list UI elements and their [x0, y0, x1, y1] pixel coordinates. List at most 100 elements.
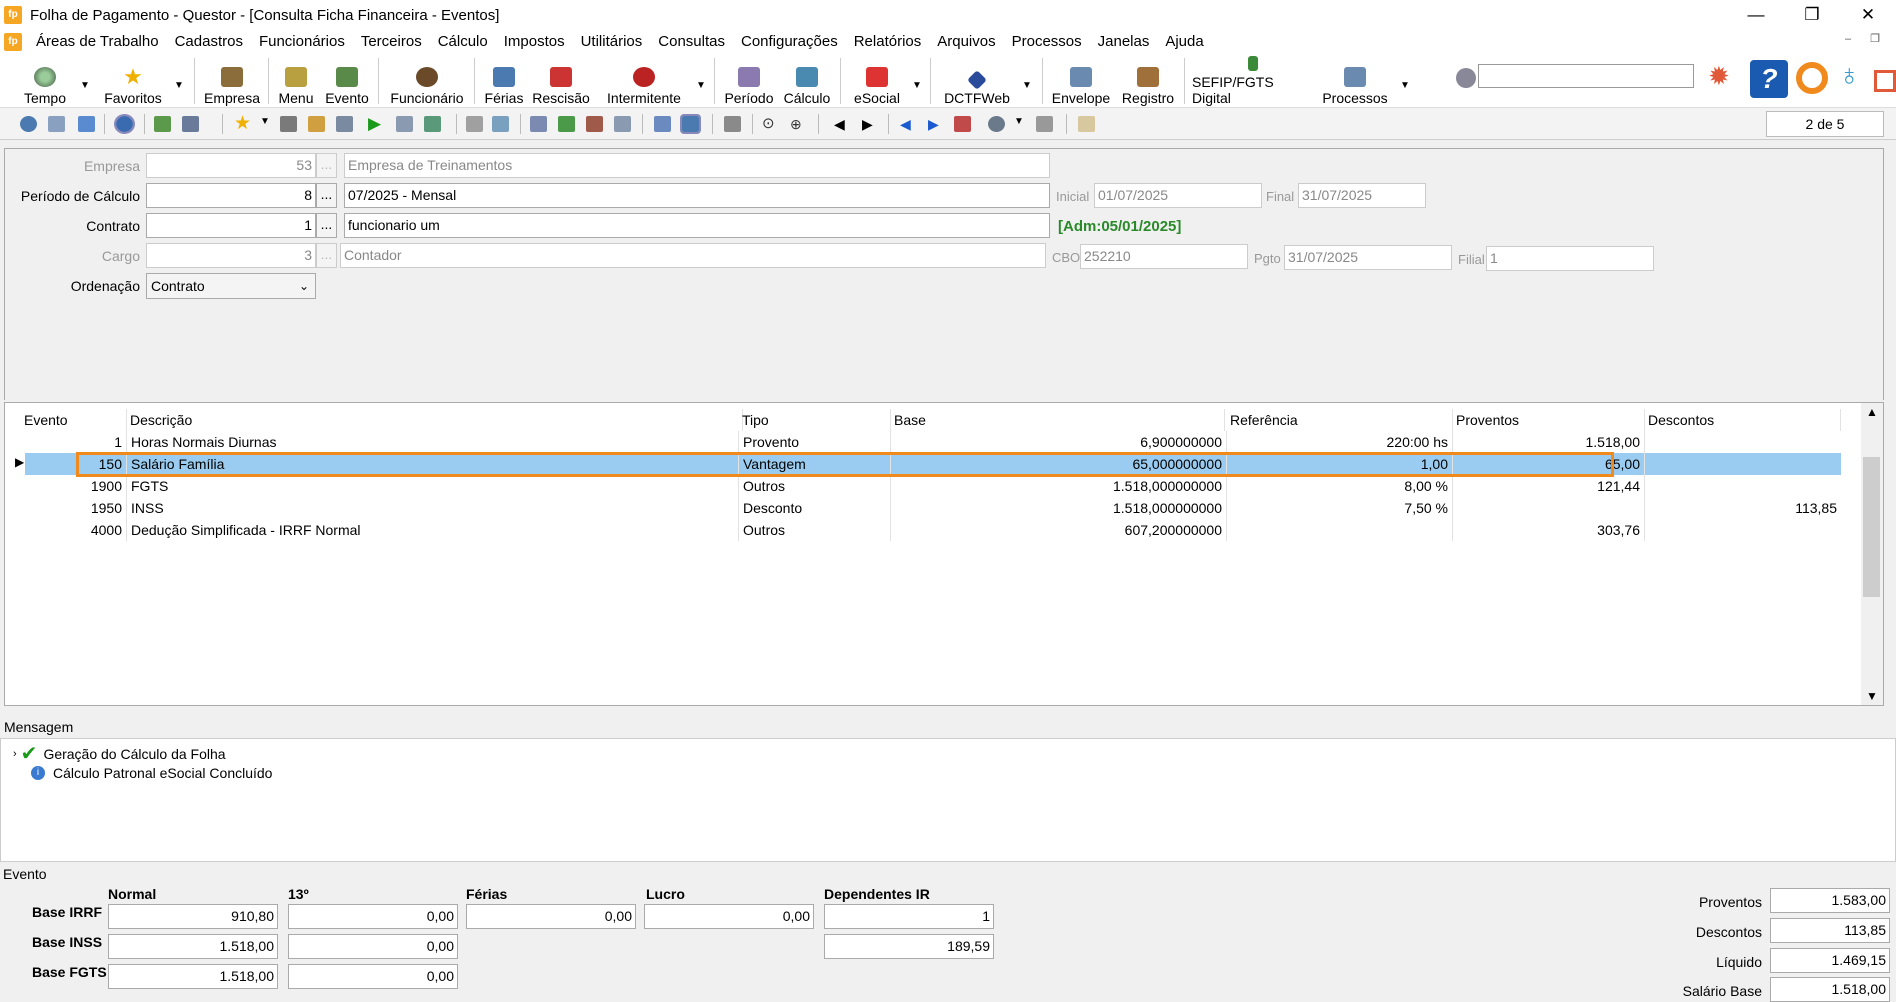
irrf-lucro-field[interactable]: 0,00 — [644, 904, 814, 929]
table-row[interactable]: 1950 INSS Desconto 1.518,000000000 7,50 … — [25, 497, 1841, 519]
folder-icon[interactable] — [308, 116, 325, 132]
save-icon[interactable] — [336, 116, 353, 132]
filial-field[interactable]: 1 — [1486, 246, 1654, 271]
toolbar-search-input[interactable] — [1478, 64, 1694, 88]
col-header-descricao[interactable]: Descrição — [127, 409, 743, 431]
close-button[interactable]: ✕ — [1840, 0, 1896, 30]
cargo-name-field[interactable]: Contador — [340, 243, 1046, 268]
favorite-star-icon[interactable]: ★ — [234, 114, 251, 133]
scroll-down-icon[interactable]: ▼ — [1866, 689, 1878, 703]
col-header-base[interactable]: Base — [891, 409, 1225, 431]
fgts-13-field[interactable]: 0,00 — [288, 964, 458, 989]
irrf-13-field[interactable]: 0,00 — [288, 904, 458, 929]
cargo-lookup-button[interactable]: ... — [316, 243, 337, 268]
help-icon[interactable]: ? — [1750, 60, 1788, 98]
search-doc-icon[interactable] — [530, 116, 547, 132]
col-header-tipo[interactable]: Tipo — [739, 409, 891, 431]
rescisao-button[interactable]: Rescisão — [532, 56, 590, 106]
menu-janelas[interactable]: Janelas — [1090, 30, 1158, 54]
play-icon[interactable]: ▶ — [368, 115, 385, 132]
dctfweb-button[interactable]: DCTFWeb — [940, 56, 1014, 106]
menu-calculo[interactable]: Cálculo — [430, 30, 496, 54]
empresa-name-field[interactable]: Empresa de Treinamentos — [344, 153, 1050, 178]
menu-areas-trabalho[interactable]: Áreas de Trabalho — [28, 30, 167, 54]
binoculars-icon[interactable]: ⊙ — [762, 116, 779, 132]
descontos-total-field[interactable]: 113,85 — [1770, 918, 1890, 943]
table-row[interactable]: 1900 FGTS Outros 1.518,000000000 8,00 % … — [25, 475, 1841, 497]
esocial-dropdown-arrow[interactable]: ▼ — [912, 80, 922, 91]
menu-cadastros[interactable]: Cadastros — [167, 30, 251, 54]
dependentes-value-field[interactable]: 189,59 — [824, 934, 994, 959]
processos-button[interactable]: Processos — [1320, 56, 1390, 106]
menu-arquivos[interactable]: Arquivos — [929, 30, 1003, 54]
inss-13-field[interactable]: 0,00 — [288, 934, 458, 959]
col-header-referencia[interactable]: Referência — [1227, 409, 1453, 431]
prev-blue-icon[interactable]: ◀ — [900, 116, 917, 132]
menu-relatorios[interactable]: Relatórios — [846, 30, 930, 54]
contrato-code-field[interactable]: 1 — [146, 213, 316, 238]
col-header-descontos[interactable]: Descontos — [1645, 409, 1841, 431]
favoritos-button[interactable]: ★ Favoritos — [100, 56, 166, 107]
expand-icon[interactable]: › — [13, 748, 17, 760]
periodo-code-field[interactable]: 8 — [146, 183, 316, 208]
minimize-button[interactable]: — — [1728, 0, 1784, 30]
brush-dropdown-arrow[interactable]: ▼ — [1014, 116, 1024, 127]
proventos-total-field[interactable]: 1.583,00 — [1770, 888, 1890, 913]
report-icon[interactable] — [396, 116, 413, 132]
broom-icon[interactable] — [1456, 68, 1476, 88]
final-field[interactable]: 31/07/2025 — [1298, 183, 1426, 208]
mdi-controls[interactable]: – ❐ — [1845, 32, 1888, 45]
info-icon[interactable] — [78, 116, 95, 132]
next-icon[interactable]: ▶ — [862, 116, 879, 132]
message-item[interactable]: i Cálculo Patronal eSocial Concluído — [31, 765, 272, 781]
truck-icon[interactable] — [1036, 116, 1053, 132]
periodo-button[interactable]: Período — [722, 56, 776, 106]
move-icon[interactable] — [492, 116, 509, 132]
pgto-field[interactable]: 31/07/2025 — [1284, 245, 1452, 270]
irrf-ferias-field[interactable]: 0,00 — [466, 904, 636, 929]
filter-list-icon[interactable] — [954, 116, 971, 132]
message-item[interactable]: › ✔ Geração do Cálculo da Folha — [13, 744, 226, 764]
fgts-normal-field[interactable]: 1.518,00 — [108, 964, 278, 989]
export-icon[interactable] — [154, 116, 171, 132]
menu-ajuda[interactable]: Ajuda — [1157, 30, 1211, 54]
intermitente-button[interactable]: Intermitente — [602, 56, 686, 106]
drop-icon[interactable]: ♁ — [1838, 60, 1861, 92]
funcionario-button[interactable]: Funcionário — [388, 56, 466, 106]
menu-button[interactable]: Menu — [276, 56, 316, 106]
grid-icon[interactable] — [48, 116, 65, 132]
dctfweb-dropdown-arrow[interactable]: ▼ — [1022, 80, 1032, 91]
dependentes-ir-field[interactable]: 1 — [824, 904, 994, 929]
menu-consultas[interactable]: Consultas — [650, 30, 733, 54]
brush-icon[interactable] — [988, 116, 1005, 132]
empresa-button[interactable]: Empresa — [202, 56, 262, 106]
gear-sun-icon[interactable]: ✹ — [1708, 62, 1730, 90]
cbo-field[interactable]: 252210 — [1080, 244, 1248, 269]
menu-terceiros[interactable]: Terceiros — [353, 30, 430, 54]
empresa-code-field[interactable]: 53 — [146, 153, 316, 178]
processos-dropdown-arrow[interactable]: ▼ — [1400, 80, 1410, 91]
list-icon[interactable] — [614, 116, 631, 132]
image-icon[interactable] — [586, 116, 603, 132]
liquido-total-field[interactable]: 1.469,15 — [1770, 948, 1890, 973]
col-header-proventos[interactable]: Proventos — [1453, 409, 1645, 431]
menu-utilitarios[interactable]: Utilitários — [573, 30, 651, 54]
print-icon[interactable] — [182, 116, 199, 132]
evento-button[interactable]: Evento — [322, 56, 372, 106]
inss-normal-field[interactable]: 1.518,00 — [108, 934, 278, 959]
irrf-normal-field[interactable]: 910,80 — [108, 904, 278, 929]
tempo-dropdown-arrow[interactable]: ▼ — [80, 80, 90, 91]
col-header-evento[interactable]: Evento — [21, 409, 127, 431]
report2-icon[interactable] — [424, 116, 441, 132]
registro-button[interactable]: Registro — [1118, 56, 1178, 106]
sefip-button[interactable]: SEFIP/FGTS Digital — [1192, 56, 1314, 106]
table-row[interactable]: 4000 Dedução Simplificada - IRRF Normal … — [25, 519, 1841, 541]
table-row[interactable]: 1 Horas Normais Diurnas Provento 6,90000… — [25, 431, 1841, 453]
menu-funcionarios[interactable]: Funcionários — [251, 30, 353, 54]
ordenacao-select[interactable]: Contrato ⌄ — [146, 273, 316, 299]
periodo-lookup-button[interactable]: ... — [316, 183, 337, 208]
mail-icon[interactable] — [1874, 70, 1896, 92]
contrato-name-field[interactable]: funcionario um — [344, 213, 1050, 238]
cargo-code-field[interactable]: 3 — [146, 243, 316, 268]
inicial-field[interactable]: 01/07/2025 — [1094, 183, 1262, 208]
